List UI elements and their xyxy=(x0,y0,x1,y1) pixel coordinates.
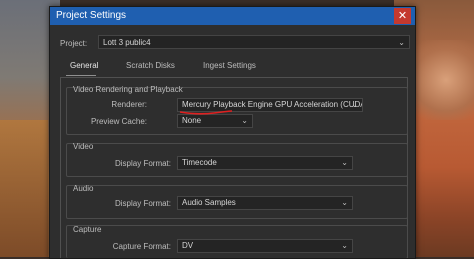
chevron-down-icon: ⌄ xyxy=(341,198,348,207)
chevron-down-icon: ⌄ xyxy=(351,100,358,109)
preview-cache-label: Preview Cache: xyxy=(90,117,147,126)
project-select[interactable]: Lott 3 public4 ⌄ xyxy=(98,35,410,49)
close-icon: ✕ xyxy=(397,10,408,22)
video-display-format-select[interactable]: Timecode ⌄ xyxy=(177,156,353,170)
project-row: Project: Lott 3 public4 ⌄ xyxy=(60,35,410,51)
video-display-format-value: Timecode xyxy=(182,158,217,167)
active-tab-indicator xyxy=(66,75,96,76)
capture-format-value: DV xyxy=(182,241,194,250)
capture-section-title: Capture xyxy=(73,225,102,234)
video-rendering-section: Video Rendering and Playback Renderer: M… xyxy=(66,85,408,135)
project-label: Project: xyxy=(60,38,88,48)
tab-scratch-disks[interactable]: Scratch Disks xyxy=(126,61,175,70)
audio-display-format-select[interactable]: Audio Samples ⌄ xyxy=(177,196,353,210)
chevron-down-icon: ⌄ xyxy=(341,241,348,250)
capture-format-label: Capture Format: xyxy=(112,242,171,251)
video-section-title: Video xyxy=(73,142,94,151)
audio-display-format-label: Display Format: xyxy=(114,199,171,208)
renderer-annotation-underline xyxy=(179,110,233,115)
project-settings-dialog: Project Settings ✕ Project: Lott 3 publi… xyxy=(49,6,416,259)
background-photo-left-lower xyxy=(0,120,48,257)
close-button[interactable]: ✕ xyxy=(394,8,411,24)
project-select-value: Lott 3 public4 xyxy=(103,38,151,47)
audio-section: Audio Display Format: Audio Samples ⌄ xyxy=(66,184,408,219)
chevron-down-icon: ⌄ xyxy=(398,38,405,47)
video-section: Video Display Format: Timecode ⌄ xyxy=(66,142,408,177)
chevron-down-icon: ⌄ xyxy=(241,116,248,125)
audio-section-title: Audio xyxy=(73,184,94,193)
renderer-label: Renderer: xyxy=(111,100,147,109)
tab-general[interactable]: General xyxy=(70,61,98,70)
video-rendering-title: Video Rendering and Playback xyxy=(73,85,183,94)
video-display-format-label: Display Format: xyxy=(114,159,171,168)
audio-display-format-value: Audio Samples xyxy=(182,198,236,207)
title-bar[interactable]: Project Settings ✕ xyxy=(50,7,415,25)
dialog-title: Project Settings xyxy=(56,10,127,21)
capture-section: Capture Capture Format: DV ⌄ xyxy=(66,225,408,258)
preview-cache-value: None xyxy=(182,116,202,125)
capture-format-select[interactable]: DV ⌄ xyxy=(177,239,353,253)
tab-ingest-settings[interactable]: Ingest Settings xyxy=(203,61,256,70)
chevron-down-icon: ⌄ xyxy=(341,158,348,167)
